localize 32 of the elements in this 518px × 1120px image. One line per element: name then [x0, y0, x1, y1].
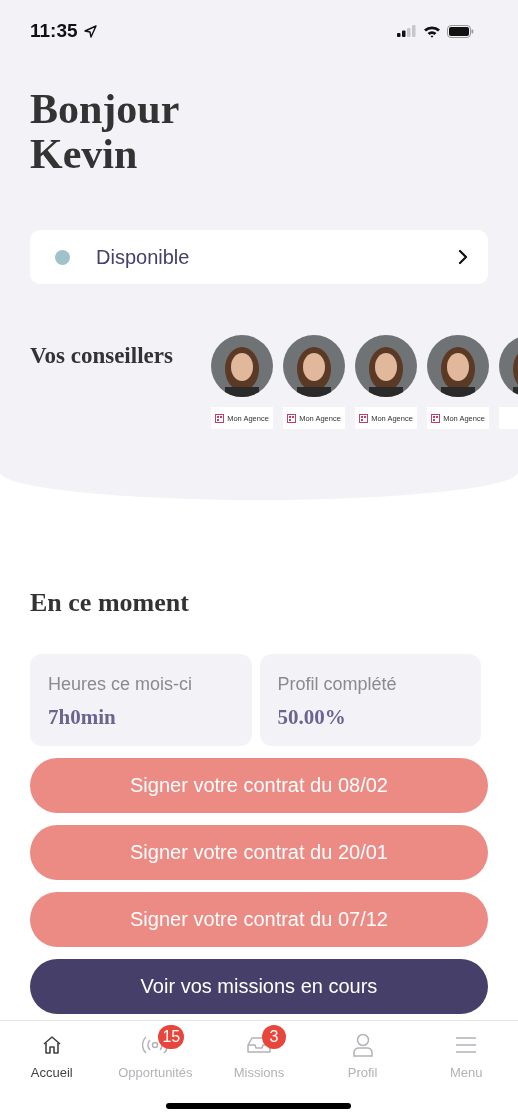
- agency-logo-icon: [287, 413, 297, 423]
- sign-contract-button[interactable]: Signer votre contrat du 08/02: [30, 758, 488, 813]
- menu-icon: [455, 1036, 478, 1054]
- tab[interactable]: 15 Opportunités: [103, 1021, 208, 1093]
- sign-contract-button[interactable]: Signer votre contrat du 20/01: [30, 825, 488, 880]
- profile-icon: [351, 1033, 374, 1057]
- status-time: 11:35: [30, 20, 78, 42]
- chevron-right-icon: [458, 249, 468, 265]
- greeting-title: Bonjour Kevin: [30, 87, 181, 177]
- stat-value: 7h0min: [48, 705, 117, 730]
- notification-badge: 15: [158, 1025, 185, 1049]
- section-title: En ce moment: [30, 588, 190, 618]
- stat-value: 50.00%: [277, 705, 347, 730]
- stat-label: Profil complété: [277, 674, 398, 695]
- location-arrow-icon: [83, 24, 97, 38]
- availability-button[interactable]: Disponible: [30, 230, 488, 284]
- advisors-title: Vos conseillers: [30, 343, 174, 370]
- agency-logo-icon: [359, 413, 369, 423]
- agency-logo-icon: [431, 413, 441, 423]
- stat-label: Heures ce mois-ci: [48, 674, 194, 695]
- tab[interactable]: 3 Missions: [207, 1021, 311, 1093]
- wifi-icon: [423, 24, 441, 38]
- battery-icon: [447, 24, 474, 38]
- notification-badge: 3: [262, 1025, 286, 1049]
- agency-logo-icon: [215, 413, 225, 423]
- signal-icon: [397, 25, 417, 37]
- inbox-icon: [246, 1036, 272, 1054]
- sign-contract-button[interactable]: Signer votre contrat du 07/12: [30, 892, 488, 947]
- missions-button[interactable]: Voir vos missions en cours: [30, 959, 488, 1014]
- tab[interactable]: Profil: [310, 1021, 415, 1093]
- tab[interactable]: Menu: [414, 1021, 518, 1093]
- tab[interactable]: Accueil: [0, 1021, 104, 1093]
